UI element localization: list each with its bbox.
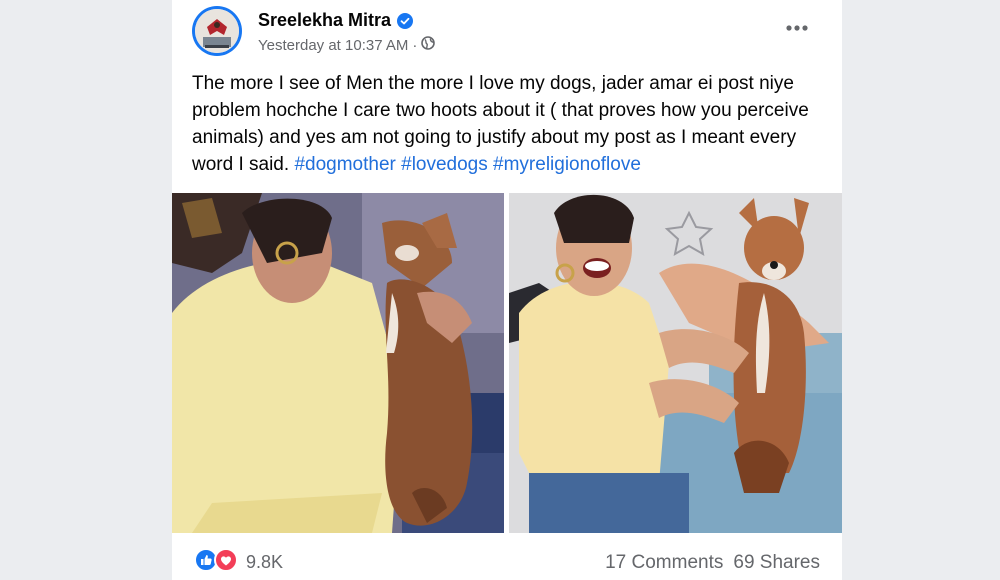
- reaction-count[interactable]: 9.8K: [246, 552, 283, 573]
- meta-separator: ·: [412, 36, 418, 54]
- hashtag-link[interactable]: #myreligionoflove: [493, 154, 641, 175]
- post-text: The more I see of Men the more I love my…: [192, 70, 817, 178]
- post-card: Sreelekha Mitra Yesterday at 10:37 AM ·: [172, 0, 842, 580]
- post-footer: 9.8K 17 Comments 69 Shares: [172, 544, 842, 580]
- love-reaction-icon: [214, 548, 238, 577]
- hashtag-link[interactable]: #dogmother: [294, 154, 395, 175]
- verified-badge-icon: [397, 12, 414, 29]
- author-name[interactable]: Sreelekha Mitra: [258, 10, 391, 31]
- post-photo-left[interactable]: [172, 193, 504, 533]
- avatar[interactable]: [192, 6, 242, 56]
- post-timestamp[interactable]: Yesterday at 10:37 AM: [258, 37, 408, 54]
- globe-icon[interactable]: [421, 36, 436, 54]
- shares-count[interactable]: 69 Shares: [733, 552, 820, 574]
- comments-count[interactable]: 17 Comments: [605, 552, 723, 574]
- reaction-summary[interactable]: 9.8K: [194, 548, 283, 577]
- hashtag-link[interactable]: #lovedogs: [401, 154, 488, 175]
- post-header: Sreelekha Mitra Yesterday at 10:37 AM ·: [192, 6, 822, 56]
- photo-grid: [172, 193, 842, 533]
- more-options-icon[interactable]: [782, 16, 812, 40]
- post-photo-right[interactable]: [509, 193, 842, 533]
